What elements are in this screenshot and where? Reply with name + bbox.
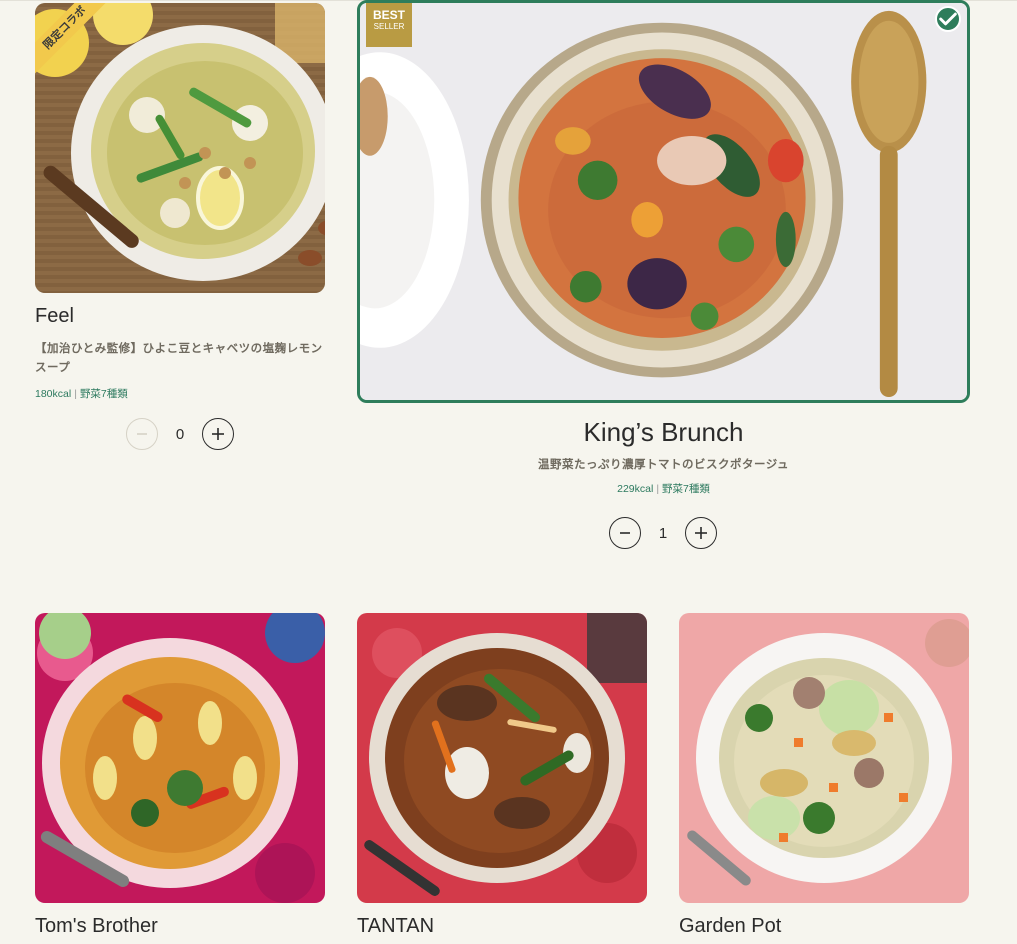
veg-count-text: 野菜7種類 bbox=[79, 388, 128, 400]
meta-separator: | bbox=[656, 483, 660, 495]
minus-icon bbox=[620, 532, 630, 534]
quantity-value: 0 bbox=[175, 425, 185, 443]
product-name[interactable]: TANTAN bbox=[357, 915, 647, 938]
minus-icon bbox=[137, 433, 147, 435]
increase-button[interactable] bbox=[685, 517, 717, 549]
increase-button[interactable] bbox=[202, 418, 234, 450]
product-image-toms-brother[interactable] bbox=[35, 613, 325, 903]
product-grid: 限定コラボ Feel 【加治ひとみ監修】ひよこ豆とキャベツの塩麹レモンスープ 1… bbox=[0, 0, 1017, 944]
product-card-tantan: TANTAN bbox=[357, 613, 647, 938]
product-card-toms-brother: Tom's Brother bbox=[35, 613, 325, 938]
product-name[interactable]: Feel bbox=[35, 305, 325, 328]
decrease-button[interactable] bbox=[609, 517, 641, 549]
product-name[interactable]: Tom's Brother bbox=[35, 915, 325, 938]
product-description: 温野菜たっぷり濃厚トマトのビスクポタージュ bbox=[538, 459, 789, 471]
product-card-garden-pot: Garden Pot bbox=[679, 613, 969, 938]
soup-photo bbox=[357, 613, 647, 903]
best-seller-badge: BEST SELLER bbox=[366, 3, 412, 47]
soup-photo bbox=[35, 3, 325, 293]
quantity-stepper-feel: 0 bbox=[126, 418, 234, 450]
kcal-text: 180kcal bbox=[35, 388, 72, 400]
veg-count-text: 野菜7種類 bbox=[662, 483, 710, 495]
product-name[interactable]: King’s Brunch bbox=[357, 417, 970, 448]
product-card-kings-brunch: BEST SELLER King’s Brunch 温野菜たっぷり濃厚トマトのビ… bbox=[357, 0, 970, 496]
soup-photo bbox=[679, 613, 969, 903]
product-image-tantan[interactable] bbox=[357, 613, 647, 903]
product-image-feel[interactable]: 限定コラボ bbox=[35, 3, 325, 293]
product-meta: 229kcal | 野菜7種類 bbox=[357, 481, 970, 496]
product-image-garden-pot[interactable] bbox=[679, 613, 969, 903]
soup-photo bbox=[35, 613, 325, 903]
quantity-value: 1 bbox=[658, 524, 668, 542]
plus-icon bbox=[212, 428, 224, 440]
kcal-text: 229kcal bbox=[617, 483, 654, 495]
product-image-kings-brunch[interactable]: BEST SELLER bbox=[357, 0, 970, 403]
soup-photo bbox=[360, 3, 967, 400]
badge-sub-text: SELLER bbox=[373, 22, 405, 31]
product-name[interactable]: Garden Pot bbox=[679, 915, 969, 938]
product-card-feel: 限定コラボ Feel 【加治ひとみ監修】ひよこ豆とキャベツの塩麹レモンスープ 1… bbox=[35, 3, 325, 401]
selected-indicator bbox=[935, 6, 961, 32]
quantity-stepper-kings-brunch: 1 bbox=[609, 517, 717, 549]
check-icon bbox=[939, 12, 957, 26]
product-description: 【加治ひとみ監修】ひよこ豆とキャベツの塩麹レモンスープ bbox=[35, 343, 323, 374]
plus-icon bbox=[695, 527, 707, 539]
decrease-button[interactable] bbox=[126, 418, 158, 450]
badge-main-text: BEST bbox=[372, 8, 405, 22]
product-meta: 180kcal | 野菜7種類 bbox=[35, 386, 325, 401]
meta-separator: | bbox=[74, 388, 77, 400]
